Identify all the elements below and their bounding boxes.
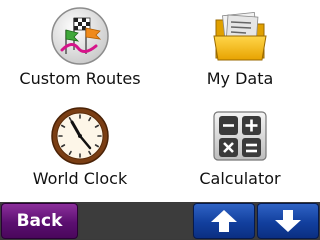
bottom-toolbar: Back <box>0 202 320 240</box>
custom-routes-label: Custom Routes <box>19 69 141 88</box>
calculator-button[interactable]: Calculator <box>160 100 320 200</box>
route-flags-icon <box>51 7 109 65</box>
my-data-label: My Data <box>206 69 274 88</box>
world-clock-button[interactable]: World Clock <box>0 100 160 200</box>
clock-icon <box>51 107 109 165</box>
menu-grid: Custom Routes My Data World Clock Calcul… <box>0 0 320 200</box>
my-data-button[interactable]: My Data <box>160 0 320 100</box>
calculator-icon <box>213 111 267 161</box>
scroll-down-button[interactable] <box>257 203 319 239</box>
back-button[interactable]: Back <box>1 203 78 239</box>
arrow-down-icon <box>275 210 301 232</box>
toolbar-spacer <box>80 203 192 239</box>
tools-menu-screen: Custom Routes My Data World Clock Calcul… <box>0 0 320 240</box>
calculator-label: Calculator <box>199 169 281 188</box>
scroll-up-button[interactable] <box>193 203 255 239</box>
folder-icon <box>213 11 267 61</box>
back-label: Back <box>16 211 63 231</box>
world-clock-label: World Clock <box>32 169 128 188</box>
custom-routes-button[interactable]: Custom Routes <box>0 0 160 100</box>
arrow-up-icon <box>211 210 237 232</box>
